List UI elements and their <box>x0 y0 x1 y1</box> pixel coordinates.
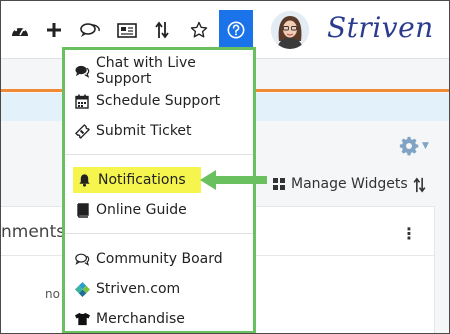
newspaper-icon[interactable] <box>114 17 140 43</box>
menu-item-merchandise[interactable]: Merchandise <box>73 306 245 332</box>
sort-icon[interactable] <box>149 17 175 43</box>
app-window: Striven ▼ Manage Widgets nments ⋮ no Cha… <box>0 0 450 334</box>
callout-arrow <box>197 167 269 197</box>
menu-item-label: Merchandise <box>96 311 185 327</box>
menu-separator <box>65 154 253 155</box>
menu-item-notifications[interactable]: Notifications <box>73 167 201 193</box>
star-icon[interactable] <box>186 17 212 43</box>
widget-title: nments <box>1 222 66 242</box>
manage-widgets-button[interactable]: Manage Widgets <box>273 176 408 192</box>
chat-icon[interactable] <box>77 17 103 43</box>
calendar-icon <box>73 92 91 110</box>
menu-item-label: Striven.com <box>96 281 181 297</box>
widget-empty-text: no <box>45 287 60 301</box>
menu-item-label: Notifications <box>98 172 186 188</box>
grid-icon <box>273 178 285 190</box>
reorder-widgets-icon[interactable] <box>413 177 426 197</box>
menu-item-community-board[interactable]: Community Board <box>73 246 245 272</box>
menu-item-schedule-support[interactable]: Schedule Support <box>73 88 245 114</box>
user-avatar[interactable] <box>271 11 309 49</box>
menu-item-submit-ticket[interactable]: Submit Ticket <box>73 118 245 144</box>
ticket-icon <box>73 122 91 140</box>
chevron-down-icon: ▼ <box>422 141 429 151</box>
manage-widgets-label: Manage Widgets <box>291 176 408 192</box>
help-button[interactable] <box>219 10 253 50</box>
plus-icon[interactable] <box>41 17 67 43</box>
brand-logo[interactable]: Striven <box>327 11 434 44</box>
chat-bubbles-icon <box>73 62 91 80</box>
menu-item-chat-live-support[interactable]: Chat with Live Support <box>73 55 245 87</box>
settings-menu-button[interactable]: ▼ <box>399 136 429 156</box>
menu-item-label: Community Board <box>96 251 223 267</box>
bell-icon <box>75 171 93 189</box>
menu-separator <box>65 233 253 234</box>
menu-item-label: Schedule Support <box>96 93 221 109</box>
dashboard-icon[interactable] <box>7 17 33 43</box>
menu-item-online-guide[interactable]: Online Guide <box>73 197 245 223</box>
menu-item-striven-com[interactable]: Striven.com <box>73 276 245 302</box>
menu-item-label: Online Guide <box>96 202 187 218</box>
striven-logo-icon <box>73 280 91 298</box>
more-options-icon[interactable]: ⋮ <box>401 224 417 243</box>
tshirt-icon <box>73 310 91 328</box>
book-icon <box>73 201 91 219</box>
help-icon <box>227 21 245 39</box>
menu-item-label: Chat with Live Support <box>96 55 196 87</box>
menu-item-label: Submit Ticket <box>96 123 192 139</box>
comments-icon <box>73 250 91 268</box>
gear-icon <box>399 136 419 156</box>
